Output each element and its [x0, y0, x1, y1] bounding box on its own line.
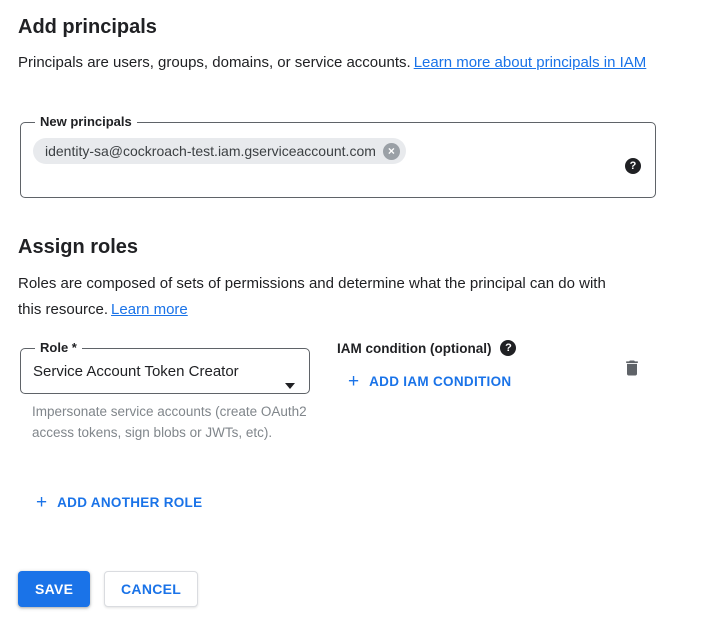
add-another-role-button[interactable]: + ADD ANOTHER ROLE — [30, 489, 208, 516]
add-another-role-label: ADD ANOTHER ROLE — [57, 495, 202, 510]
principals-help-icon[interactable]: ? — [625, 158, 641, 174]
delete-role-button[interactable] — [614, 350, 650, 386]
iam-condition-help-icon[interactable]: ? — [500, 340, 516, 356]
learn-more-principals-link[interactable]: Learn more about principals in IAM — [414, 54, 647, 71]
page-title: Add principals — [18, 13, 157, 41]
plus-icon: + — [348, 372, 359, 391]
plus-icon: + — [36, 493, 47, 512]
add-iam-condition-label: ADD IAM CONDITION — [369, 374, 511, 389]
principals-description: Principals are users, groups, domains, o… — [18, 50, 658, 76]
principals-description-text: Principals are users, groups, domains, o… — [18, 54, 411, 71]
new-principals-input[interactable]: New principals identity-sa@cockroach-tes… — [20, 114, 656, 198]
save-button[interactable]: SAVE — [18, 571, 90, 607]
role-label: Role * — [35, 340, 82, 356]
role-selected-value: Service Account Token Creator — [33, 363, 297, 380]
add-iam-condition-button[interactable]: + ADD IAM CONDITION — [342, 368, 517, 395]
chip-remove-icon[interactable]: × — [383, 143, 400, 160]
dropdown-arrow-icon — [285, 383, 295, 389]
trash-icon — [622, 358, 642, 378]
role-help-text: Impersonate service accounts (create OAu… — [32, 401, 312, 443]
iam-condition-label-row: IAM condition (optional) ? — [337, 340, 516, 356]
roles-description: Roles are composed of sets of permission… — [18, 271, 618, 323]
principal-chip-text: identity-sa@cockroach-test.iam.gservicea… — [45, 143, 376, 159]
iam-condition-label: IAM condition (optional) — [337, 341, 491, 356]
principal-chip[interactable]: identity-sa@cockroach-test.iam.gservicea… — [33, 138, 406, 164]
roles-description-text: Roles are composed of sets of permission… — [18, 275, 606, 318]
assign-roles-title: Assign roles — [18, 233, 138, 261]
role-select[interactable]: Role * Service Account Token Creator — [20, 340, 310, 394]
cancel-button[interactable]: CANCEL — [104, 571, 198, 607]
add-principals-dialog: Add principals Principals are users, gro… — [0, 0, 713, 629]
learn-more-roles-link[interactable]: Learn more — [111, 301, 188, 318]
new-principals-label: New principals — [35, 114, 137, 130]
